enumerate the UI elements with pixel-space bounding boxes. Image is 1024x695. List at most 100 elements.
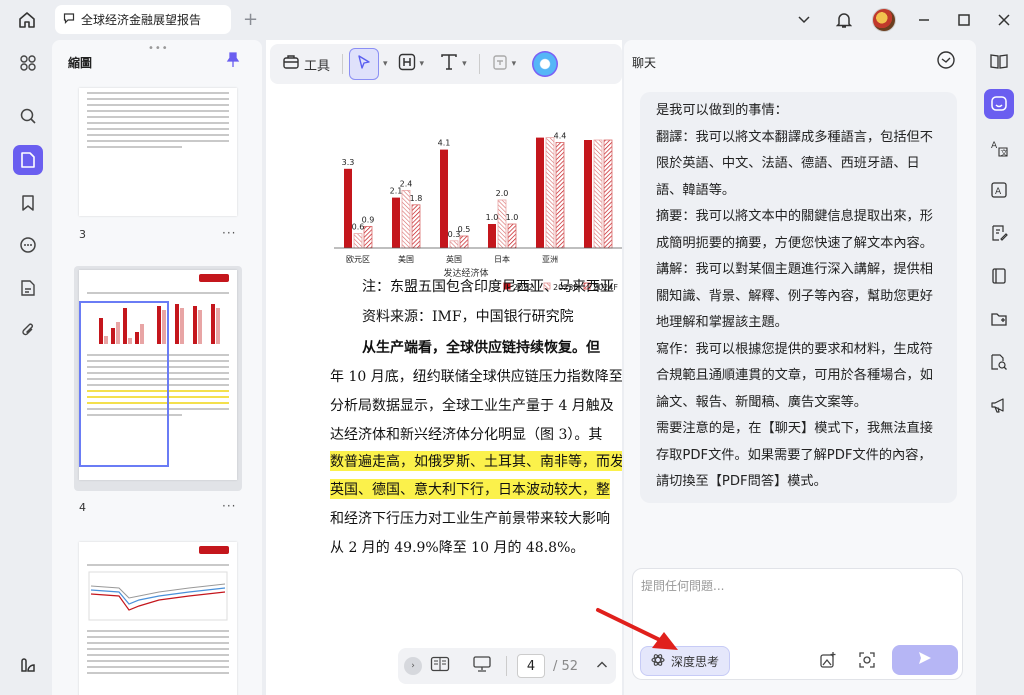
- select-tool-button[interactable]: [349, 48, 380, 80]
- bell-icon[interactable]: [824, 0, 864, 40]
- thumbnails-icon[interactable]: [13, 145, 43, 175]
- message-paragraph: 需要注意的是，在【聊天】模式下，我無法直接存取PDF文件。如果需要了解PDF文件…: [656, 421, 933, 489]
- history-clock-icon[interactable]: [936, 50, 956, 74]
- edit-note-icon[interactable]: [984, 218, 1014, 248]
- home-icon[interactable]: [14, 8, 40, 32]
- megaphone-icon[interactable]: [984, 390, 1014, 420]
- category-label: 英国: [446, 254, 462, 264]
- toolbox-icon: [282, 54, 300, 74]
- book-open-icon[interactable]: [984, 46, 1014, 76]
- avatar[interactable]: [864, 0, 904, 40]
- message-paragraph: 摘要：我可以將文本中的關鍵信息提取出來，形成簡明扼要的摘要，方便您快速了解文本內…: [656, 209, 933, 251]
- paperclip-icon[interactable]: [13, 315, 43, 345]
- doc-highlighted-line[interactable]: 数普遍走高，如俄罗斯、土耳其、南非等，而发: [330, 451, 622, 471]
- ai-assistant-button[interactable]: [526, 48, 564, 80]
- message-paragraph: 寫作：我可以根據您提供的要求和材料，生成符合規範且通順連貫的文章，可用於各種場合…: [656, 341, 933, 410]
- toolbar-divider: [506, 656, 507, 676]
- data-label: 4.1: [438, 139, 451, 148]
- drag-handle-icon[interactable]: •••: [148, 43, 169, 54]
- bar-2023E-3: [497, 199, 507, 249]
- text-icon: [440, 53, 458, 75]
- tab-title: 全球经济金融展望报告: [81, 13, 202, 27]
- page-number-label: 4: [79, 501, 86, 514]
- search-icon[interactable]: [13, 101, 43, 131]
- chevron-right-icon[interactable]: ›: [404, 657, 422, 675]
- data-label: 0.9: [362, 215, 375, 224]
- data-label: 1.0: [486, 213, 499, 222]
- svg-text:文: 文: [1001, 148, 1008, 157]
- chat-input[interactable]: 提問任何問題...: [641, 577, 724, 594]
- ai-orb-icon: [532, 51, 559, 77]
- doc-paragraph-line: 和经济下行压力对工业生产前景带来较大影响: [330, 511, 610, 527]
- presentation-icon[interactable]: [472, 655, 492, 677]
- attachment-page-icon[interactable]: [13, 273, 43, 303]
- more-options-icon[interactable]: ···: [222, 499, 236, 513]
- document-viewer: 工具 ▾ ▾ ▾ ▾ 3.3 0.6 0.9 2.1 2.4 1.8 4.1 0…: [266, 40, 622, 695]
- tools-button[interactable]: 工具: [276, 48, 336, 80]
- page-number-input[interactable]: 4: [517, 654, 545, 678]
- page-thumbnail-5[interactable]: [79, 542, 237, 695]
- data-label: 1.8: [410, 194, 423, 203]
- text-tool-button[interactable]: ▾: [434, 48, 473, 80]
- bar-2024F-3: [507, 223, 517, 249]
- right-sidebar: A文 A: [978, 40, 1024, 695]
- bar-2024F-2: [459, 235, 469, 249]
- page-layout-icon[interactable]: [430, 656, 450, 676]
- doc-paragraph-line: 年 10 月底，纽约联储全球供应链压力指数降至: [330, 369, 622, 385]
- category-label: 美国: [398, 254, 414, 264]
- send-button[interactable]: [892, 645, 958, 675]
- data-label: 0.5: [458, 225, 471, 234]
- maximize-icon[interactable]: [944, 0, 984, 40]
- doc-note-line: 注：东盟五国包含印度尼西亚、马来西亚: [362, 279, 614, 295]
- toolbar-divider: [478, 54, 480, 74]
- chevron-down-icon[interactable]: [784, 0, 824, 40]
- more-options-icon[interactable]: ···: [222, 226, 236, 240]
- pin-icon[interactable]: [226, 52, 240, 72]
- page-thumbnail-4[interactable]: [79, 270, 237, 480]
- close-icon[interactable]: [984, 0, 1024, 40]
- thumbnails-title: 縮圖: [68, 56, 93, 70]
- mini-line-chart: [88, 571, 228, 621]
- chat-panel: 聊天 是我可以做到的事情： 翻譯：我可以將文本翻譯成多種語言，包括但不限於英語、…: [624, 40, 976, 695]
- highlight-tool-button[interactable]: ▾: [392, 48, 431, 80]
- comments-icon[interactable]: [13, 230, 43, 260]
- dictionary-book-icon[interactable]: [984, 261, 1014, 291]
- chevron-down-icon[interactable]: ▾: [512, 59, 517, 69]
- page-navigation-bar: › 4 / 52: [398, 648, 616, 684]
- send-icon: [917, 650, 933, 670]
- doc-highlighted-line[interactable]: 英国、德国、意大利下行，日本波动较大，整: [330, 479, 610, 499]
- stamp-tool-button[interactable]: ▾: [486, 48, 523, 80]
- chevron-up-icon[interactable]: [596, 659, 608, 674]
- chevron-down-icon[interactable]: ▾: [420, 59, 425, 69]
- screenshot-icon[interactable]: [858, 651, 876, 673]
- stamp-icon: [492, 53, 508, 75]
- doc-paragraph-heading: 从生产端看，全球供应链持续恢复。但: [362, 340, 600, 356]
- add-tab-button[interactable]: +: [243, 9, 258, 30]
- thumbnails-panel: ••• 縮圖 3 ··· 4 ···: [52, 40, 262, 695]
- title-bar: 全球经济金融展望报告 +: [0, 0, 1024, 40]
- bar-2024F-4: [555, 142, 565, 249]
- bookmark-icon[interactable]: [13, 188, 43, 218]
- image-add-icon[interactable]: [819, 651, 837, 673]
- bar-2023E-2: [449, 240, 459, 249]
- bar-2022-3: [488, 224, 496, 248]
- viewport-indicator[interactable]: [79, 301, 169, 467]
- chevron-down-icon[interactable]: ▾: [462, 59, 467, 69]
- translate-icon[interactable]: A文: [984, 133, 1014, 163]
- bar-2024F-0: [363, 225, 373, 249]
- apps-grid-icon[interactable]: [13, 48, 43, 78]
- data-label: 4.4: [554, 131, 567, 140]
- search-document-icon[interactable]: [984, 347, 1014, 377]
- chevron-down-icon[interactable]: ▾: [383, 59, 388, 69]
- document-tab[interactable]: 全球经济金融展望报告: [55, 5, 231, 34]
- brand-logo-icon[interactable]: [13, 650, 43, 680]
- page-thumbnail-3[interactable]: [79, 88, 237, 216]
- data-label: 3.3: [342, 158, 355, 167]
- doc-source-line: 资料来源：IMF，中国银行研究院: [362, 309, 574, 325]
- minimize-icon[interactable]: [904, 0, 944, 40]
- text-recognition-icon[interactable]: A: [984, 175, 1014, 205]
- cursor-icon: [356, 54, 372, 74]
- ai-chat-icon[interactable]: [984, 89, 1014, 119]
- folder-add-icon[interactable]: [984, 304, 1014, 334]
- bar-2024F-1: [411, 204, 421, 249]
